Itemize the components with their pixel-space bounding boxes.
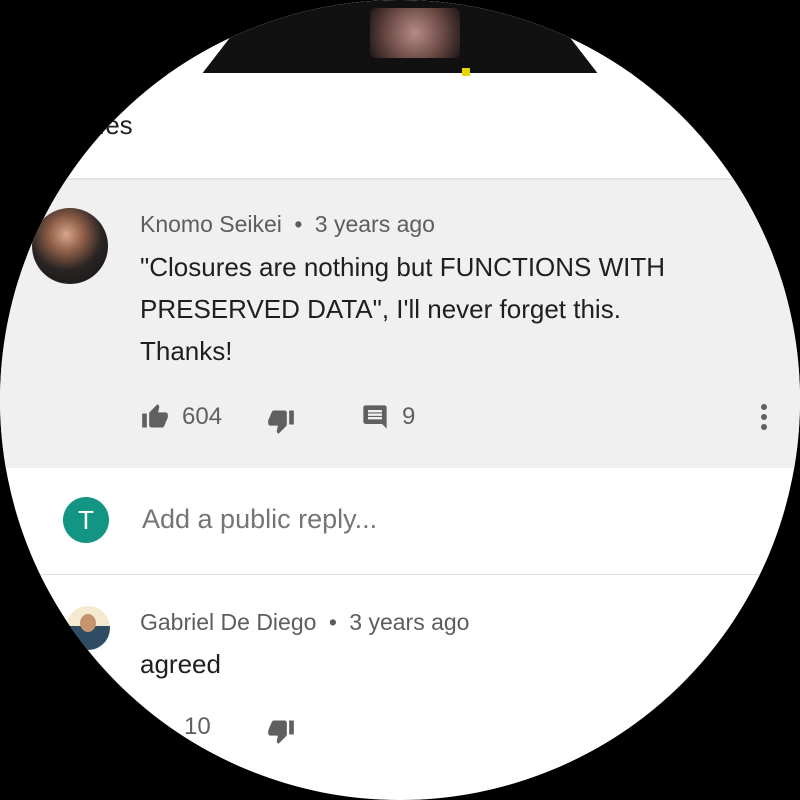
like-button[interactable]: 604: [140, 403, 222, 431]
reply-avatar[interactable]: [66, 606, 110, 650]
reply-time: 3 years ago: [349, 609, 470, 635]
dislike-button[interactable]: [266, 407, 296, 435]
more-vert-icon: [757, 403, 771, 431]
user-avatar: T: [63, 497, 109, 543]
comment-meta: Knomo Seikei • 3 years ago: [140, 211, 435, 238]
meta-separator: •: [294, 211, 303, 237]
phone-screen: .es Knomo Seikei • 3 years ago "Closures…: [0, 0, 800, 800]
video-progress-dot[interactable]: [462, 68, 470, 76]
reply-input[interactable]: [140, 503, 704, 536]
comment-author[interactable]: Knomo Seikei: [140, 211, 282, 237]
comment-time: 3 years ago: [314, 211, 435, 237]
comment-line-1: "Closures are nothing but FUNCTIONS WITH: [140, 252, 666, 282]
like-count: 604: [182, 403, 223, 430]
divider: [40, 574, 760, 575]
thumb-up-icon: [140, 403, 170, 431]
reply-meta: Gabriel De Diego • 3 years ago: [140, 609, 469, 636]
comment-line-2: PRESERVED DATA", I'll never forget this.: [140, 294, 621, 324]
section-title: .es: [98, 110, 133, 140]
reply-like-count: 10: [184, 713, 211, 740]
reply-dislike-button[interactable]: [266, 717, 296, 745]
reply-count: 9: [402, 403, 416, 430]
comment-line-3: Thanks!: [140, 336, 233, 366]
thumb-up-icon: [150, 716, 172, 738]
avatar[interactable]: [32, 208, 108, 284]
comment-text: "Closures are nothing but FUNCTIONS WITH…: [140, 246, 665, 372]
reply-author[interactable]: Gabriel De Diego: [140, 609, 316, 635]
thumb-down-icon: [266, 717, 296, 745]
thumb-down-icon: [266, 407, 296, 435]
comment-icon: [360, 403, 390, 431]
video-thumbnail: [370, 8, 460, 58]
meta-separator: •: [328, 609, 337, 635]
reply-count-button[interactable]: 9: [360, 403, 415, 431]
reply-text: agreed: [140, 649, 221, 679]
reply-like-button[interactable]: 10: [150, 713, 211, 741]
video-player[interactable]: [0, 0, 800, 76]
more-options-button[interactable]: [757, 403, 771, 431]
